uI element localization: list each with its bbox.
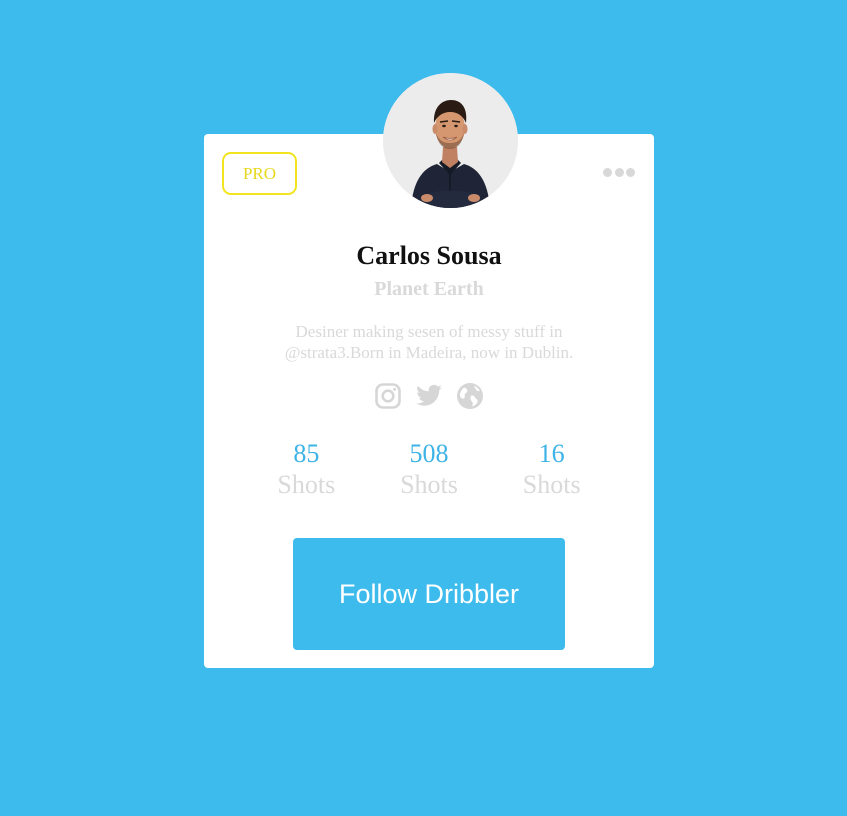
profile-card: PRO Carlos Sousa Planet Earth Desiner ma… bbox=[204, 134, 654, 668]
avatar[interactable] bbox=[383, 73, 518, 208]
instagram-icon[interactable] bbox=[374, 382, 402, 410]
stat-item: 508 Shots bbox=[368, 439, 491, 501]
stats-row: 85 Shots 508 Shots 16 Shots bbox=[245, 439, 613, 501]
stat-value: 508 bbox=[409, 439, 449, 468]
stat-item: 16 Shots bbox=[490, 439, 613, 501]
globe-icon[interactable] bbox=[456, 382, 484, 410]
social-links bbox=[204, 382, 654, 410]
more-dots-icon bbox=[603, 167, 612, 177]
more-options-button[interactable] bbox=[603, 166, 635, 178]
profile-location: Planet Earth bbox=[374, 278, 484, 300]
stat-label: Shots bbox=[522, 470, 581, 499]
stat-value: 16 bbox=[538, 439, 565, 468]
profile-bio: Desiner making sesen of messy stuff in @… bbox=[284, 322, 574, 362]
twitter-icon[interactable] bbox=[415, 382, 443, 410]
more-dots-icon bbox=[614, 167, 624, 177]
stat-label: Shots bbox=[277, 470, 336, 499]
profile-name: Carlos Sousa bbox=[356, 241, 502, 270]
pro-badge: PRO bbox=[222, 152, 297, 195]
avatar-image bbox=[383, 73, 518, 208]
stat-item: 85 Shots bbox=[245, 439, 368, 501]
stat-label: Shots bbox=[400, 470, 458, 499]
more-dots-icon bbox=[626, 167, 635, 177]
stat-value: 85 bbox=[293, 439, 320, 468]
follow-button[interactable]: Follow Dribbler bbox=[293, 538, 565, 650]
